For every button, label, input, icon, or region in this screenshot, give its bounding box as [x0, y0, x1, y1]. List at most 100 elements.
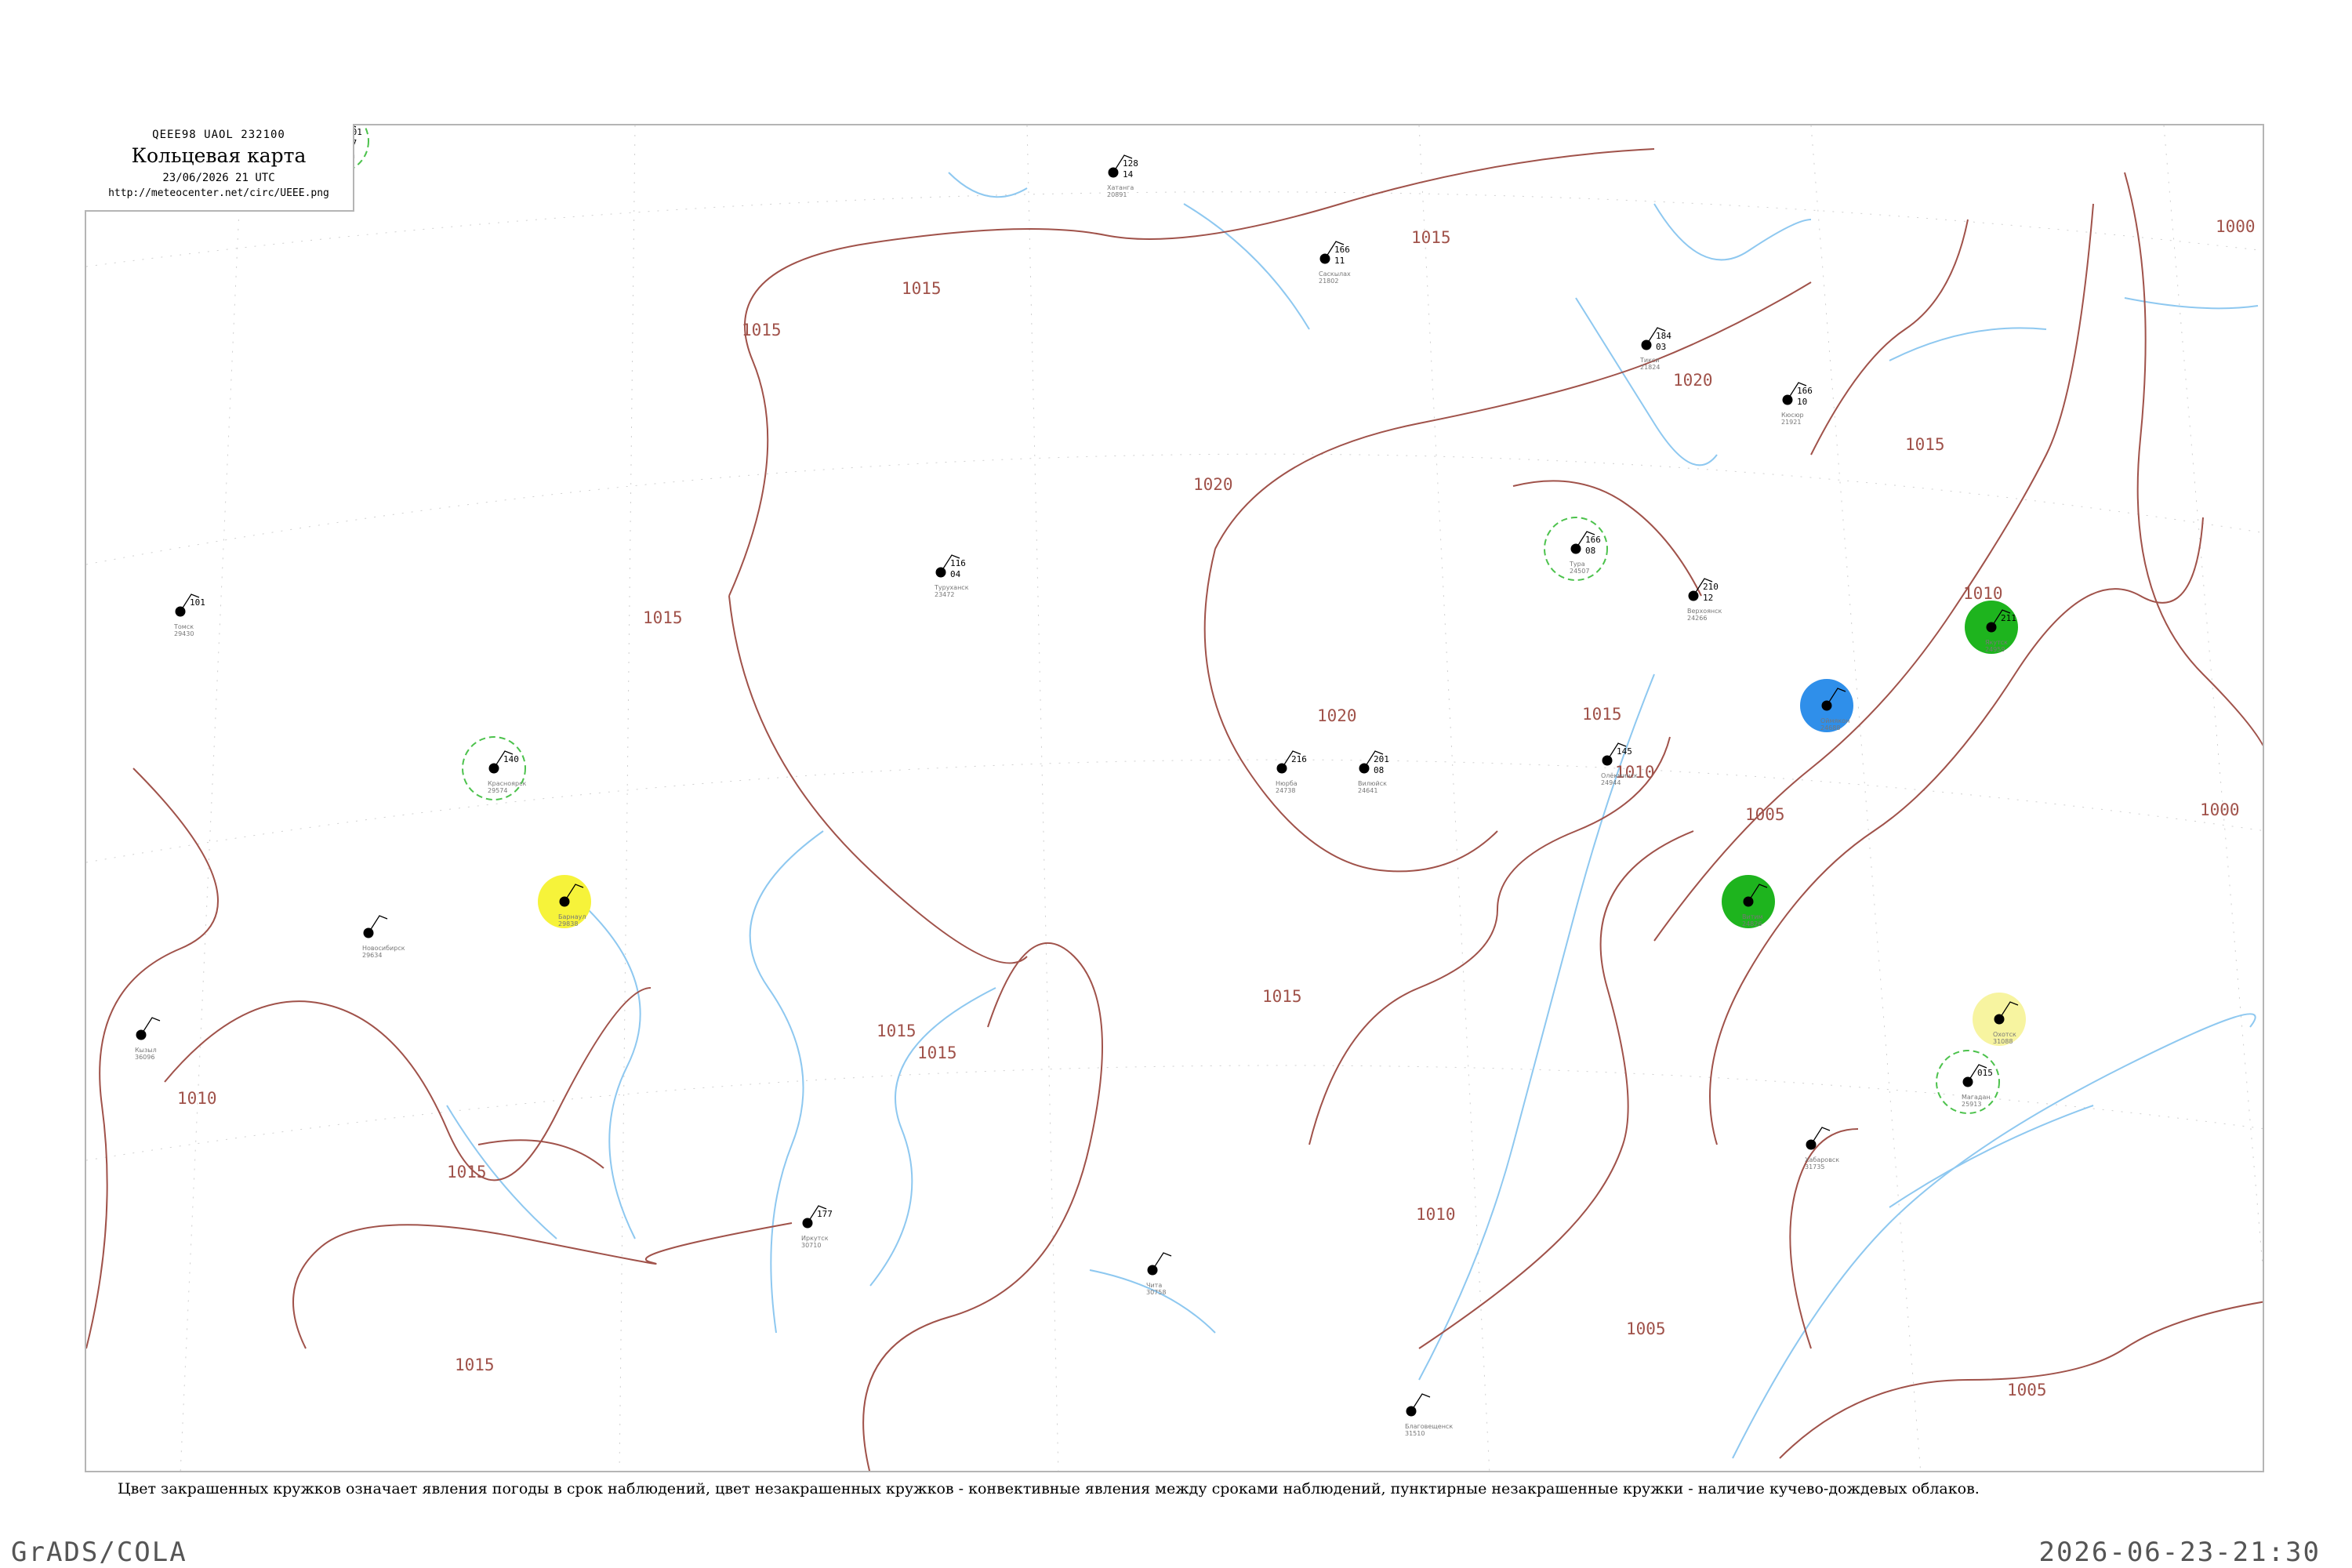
station-36096[interactable]: Кызыл36096 — [135, 1017, 161, 1061]
station-29574[interactable]: 140 Красноярск29574 — [462, 736, 526, 800]
station-pressure: 210 — [1703, 582, 1719, 592]
station-23472[interactable]: 11604 Туруханск23472 — [934, 554, 969, 598]
isobar-label: 1005 — [1745, 805, 1785, 824]
station-tendency: 11 — [1334, 256, 1345, 266]
map-title: Кольцевая карта — [131, 144, 307, 167]
station-24826[interactable]: Витим24826 — [1722, 875, 1775, 928]
isobar-label: 1015 — [902, 279, 942, 298]
station-29634[interactable]: Новосибирск29634 — [362, 915, 405, 959]
station-pressure: 177 — [817, 1209, 833, 1219]
map-datetime: 23/06/2026 21 UTC — [162, 172, 275, 184]
station-name: Якутск — [1985, 639, 2008, 646]
station-tendency: 10 — [1797, 397, 1807, 407]
station-31088[interactable]: Охотск31088 — [1973, 993, 2026, 1046]
station-21921[interactable]: 16610 Кюсюр21921 — [1781, 382, 1813, 426]
station-index: 21802 — [1319, 278, 1338, 285]
station-tendency: 08 — [1585, 546, 1595, 556]
station-index: 31088 — [1993, 1038, 2013, 1045]
isobar-label: 1005 — [1626, 1319, 1666, 1338]
station-pressure: 140 — [503, 754, 519, 764]
station-name: Вилюйск — [1358, 780, 1387, 787]
isobar-label: 1010 — [177, 1089, 217, 1108]
station-index: 25913 — [1962, 1101, 1981, 1108]
station-30710[interactable]: 177 Иркутск30710 — [801, 1205, 833, 1249]
station-tendency: 04 — [950, 569, 961, 579]
product-code: QEEE98 UAOL 232100 — [152, 129, 285, 141]
rivers — [446, 172, 2259, 1459]
station-tendency: 08 — [1374, 765, 1384, 775]
station-24959[interactable]: 211 Якутск24959 — [1965, 601, 2018, 654]
isobar-label: 1015 — [1582, 705, 1622, 724]
isobar-labels: 1015 1015 1015 1015 1020 1020 1020 1015 … — [177, 217, 2256, 1399]
isobar-label: 1000 — [2216, 217, 2256, 236]
map-url: http://meteocenter.net/circ/UEEE.png — [108, 187, 329, 199]
station-index: 31510 — [1405, 1430, 1425, 1437]
station-name: Витим — [1742, 913, 1763, 920]
station-index: 24266 — [1687, 615, 1707, 622]
map-title-box: QEEE98 UAOL 232100 Кольцевая карта 23/06… — [85, 124, 354, 212]
station-tendency: 12 — [1703, 593, 1713, 603]
station-pressure: 128 — [1123, 158, 1138, 169]
station-31510[interactable]: Благовещенск31510 — [1405, 1393, 1453, 1437]
station-name: Чита — [1146, 1282, 1162, 1289]
isobar-label: 1010 — [1963, 584, 2003, 603]
station-index: 36096 — [135, 1054, 154, 1061]
station-index: 30758 — [1146, 1289, 1166, 1296]
station-name: Магадан — [1962, 1094, 1991, 1101]
station-index: 24944 — [1601, 779, 1621, 786]
station-pressure: 101 — [190, 597, 205, 608]
station-name: Саскылах — [1319, 270, 1351, 278]
station-index: 24826 — [1742, 920, 1762, 927]
station-pressure: 015 — [1977, 1068, 1993, 1078]
station-index: 23472 — [935, 591, 954, 598]
station-21802[interactable]: 16611 Саскылах21802 — [1319, 241, 1351, 285]
isobars — [86, 148, 2263, 1471]
station-name: Нюрба — [1276, 780, 1298, 787]
software-label: GrADS/COLA — [11, 1537, 187, 1568]
isobar-label: 1015 — [742, 321, 782, 339]
station-name: Новосибирск — [362, 945, 405, 952]
synoptic-map[interactable]: 1015 1015 1015 1015 1020 1020 1020 1015 … — [85, 124, 2264, 1472]
station-name: Хатанга — [1107, 184, 1134, 191]
station-pressure: 145 — [1617, 746, 1632, 757]
station-29838[interactable]: Барнаул29838 — [538, 875, 591, 928]
station-index: 24738 — [1276, 787, 1295, 794]
station-index: 20891 — [1107, 191, 1127, 198]
station-pressure: 216 — [1291, 754, 1307, 764]
station-tendency: 03 — [1656, 342, 1666, 352]
isobar-label: 1015 — [917, 1044, 957, 1062]
station-pressure: 211 — [2001, 613, 2016, 623]
station-20891[interactable]: 12814 Хатанга20891 — [1107, 154, 1138, 198]
station-25913[interactable]: 015 Магадан25913 — [1936, 1050, 2000, 1114]
station-name: Красноярск — [488, 780, 526, 787]
station-name: Туруханск — [934, 584, 969, 591]
station-24738[interactable]: 216 Нюрба24738 — [1276, 750, 1307, 794]
station-name: Иркутск — [801, 1235, 829, 1242]
isobar-label: 1020 — [1673, 371, 1713, 390]
station-24266[interactable]: 21012 Верхоянск24266 — [1687, 578, 1722, 622]
isobar-label: 1000 — [2200, 800, 2240, 819]
station-24688[interactable]: Оймякон24688 — [1800, 679, 1853, 732]
station-index: 21921 — [1781, 419, 1801, 426]
isobar-label: 1015 — [1262, 987, 1302, 1006]
station-pressure: 116 — [950, 558, 966, 568]
station-index: 29430 — [174, 630, 194, 637]
station-name: Тура — [1569, 561, 1585, 568]
station-30758[interactable]: Чита30758 — [1146, 1252, 1172, 1296]
station-layer: 10117Диксон2067412814Хатанга2089116611Са… — [135, 125, 2026, 1437]
isobar-label: 1015 — [447, 1163, 487, 1181]
station-name: Томск — [173, 623, 194, 630]
station-21824[interactable]: 18403 Тикси21824 — [1639, 327, 1671, 371]
station-24641[interactable]: 20108 Вилюйск24641 — [1358, 750, 1389, 794]
station-index: 29574 — [488, 787, 507, 794]
isobar-label: 1020 — [1193, 475, 1233, 494]
station-index: 24959 — [1985, 646, 2005, 653]
station-index: 21824 — [1640, 364, 1660, 371]
station-name: Хабаровск — [1805, 1156, 1839, 1163]
station-name: Барнаул — [558, 913, 586, 920]
station-29430[interactable]: 101 Томск29430 — [173, 593, 205, 637]
station-24507[interactable]: 16608Тура24507 — [1544, 517, 1608, 581]
station-index: 24688 — [1820, 724, 1840, 731]
map-canvas: 1015 1015 1015 1015 1020 1020 1020 1015 … — [86, 125, 2263, 1471]
station-index: 29838 — [558, 920, 578, 927]
